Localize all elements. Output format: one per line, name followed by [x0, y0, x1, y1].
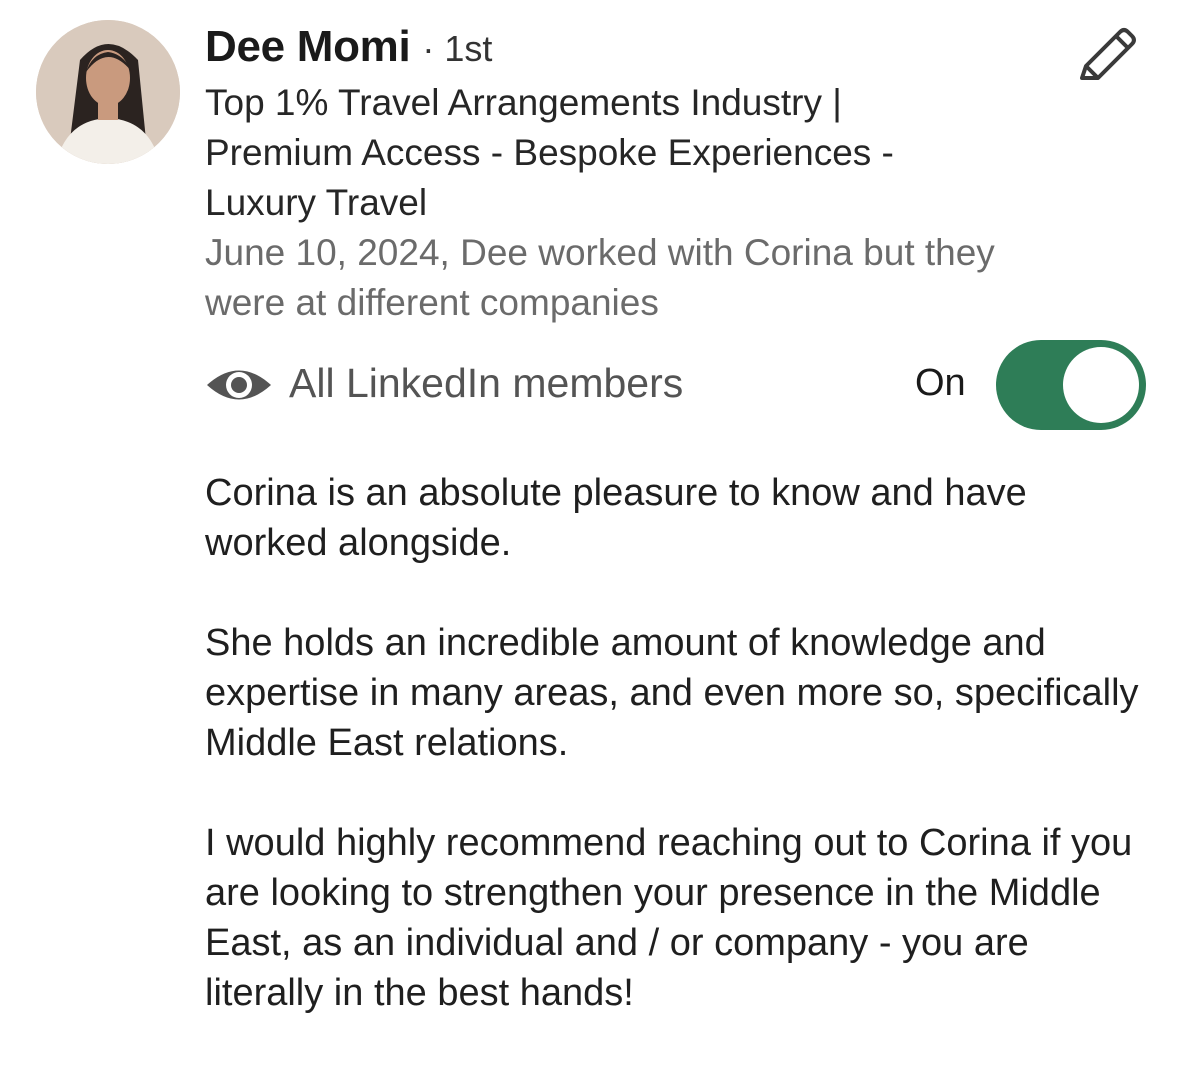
recommendation-paragraph: She holds an incredible amount of knowle…: [205, 622, 1139, 764]
toggle-knob: [1063, 347, 1139, 423]
eye-icon: [205, 364, 273, 406]
visibility-label: All LinkedIn members: [289, 360, 684, 406]
avatar[interactable]: [36, 20, 180, 164]
recommender-name[interactable]: Dee Momi: [205, 22, 411, 72]
visibility-row: All LinkedIn members On: [205, 340, 1150, 432]
relationship-meta: June 10, 2024, Dee worked with Corina bu…: [205, 232, 995, 323]
recommendation-paragraph: Corina is an absolute pleasure to know a…: [205, 472, 1027, 564]
recommender-headline: Top 1% Travel Arrangements Industry | Pr…: [205, 82, 894, 223]
connection-degree: · 1st: [422, 28, 493, 69]
recommendation-paragraph: I would highly recommend reaching out to…: [205, 822, 1133, 1014]
toggle-state-label: On: [915, 362, 966, 404]
avatar-photo: [36, 20, 180, 164]
pencil-icon[interactable]: [1074, 26, 1140, 88]
recommendation-text: Corina is an absolute pleasure to know a…: [205, 468, 1145, 1018]
name-row: Dee Momi · 1st: [205, 22, 1105, 84]
recommender-info: Dee Momi · 1st Top 1% Travel Arrangement…: [205, 22, 1105, 328]
visibility-toggle[interactable]: [996, 340, 1146, 430]
